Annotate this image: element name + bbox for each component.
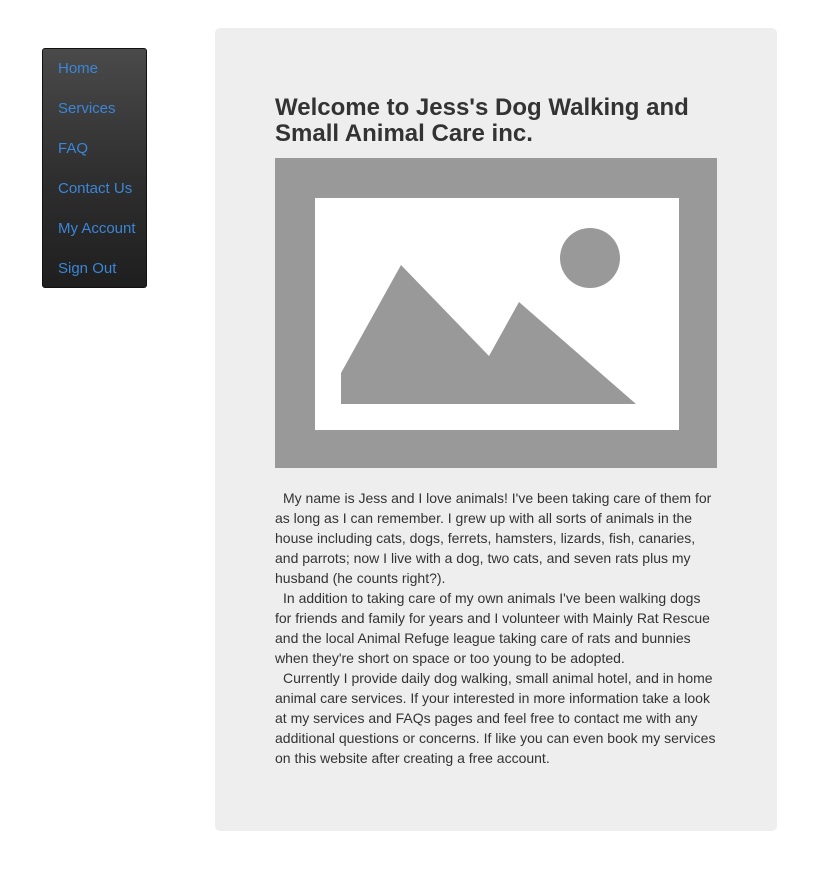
nav-item-services[interactable]: Services — [58, 100, 116, 118]
intro-text: My name is Jess and I love animals! I've… — [275, 488, 720, 768]
hero-image — [275, 158, 717, 468]
intro-paragraph: Currently I provide daily dog walking, s… — [275, 670, 716, 766]
nav-item-faq[interactable]: FAQ — [58, 140, 88, 158]
intro-paragraph: My name is Jess and I love animals! I've… — [275, 490, 712, 586]
image-placeholder-icon — [275, 158, 717, 468]
nav-item-my-account[interactable]: My Account — [58, 220, 136, 238]
nav-item-sign-out[interactable]: Sign Out — [58, 260, 116, 278]
nav-item-home[interactable]: Home — [58, 60, 98, 78]
intro-paragraph: In addition to taking care of my own ani… — [275, 590, 710, 666]
main-content-panel: Welcome to Jess's Dog Walking and Small … — [215, 28, 777, 831]
nav-item-contact-us[interactable]: Contact Us — [58, 180, 132, 198]
page-title: Welcome to Jess's Dog Walking and Small … — [275, 94, 689, 147]
sidebar-nav: Home Services FAQ Contact Us My Account … — [42, 48, 147, 288]
page: Home Services FAQ Contact Us My Account … — [0, 0, 829, 886]
